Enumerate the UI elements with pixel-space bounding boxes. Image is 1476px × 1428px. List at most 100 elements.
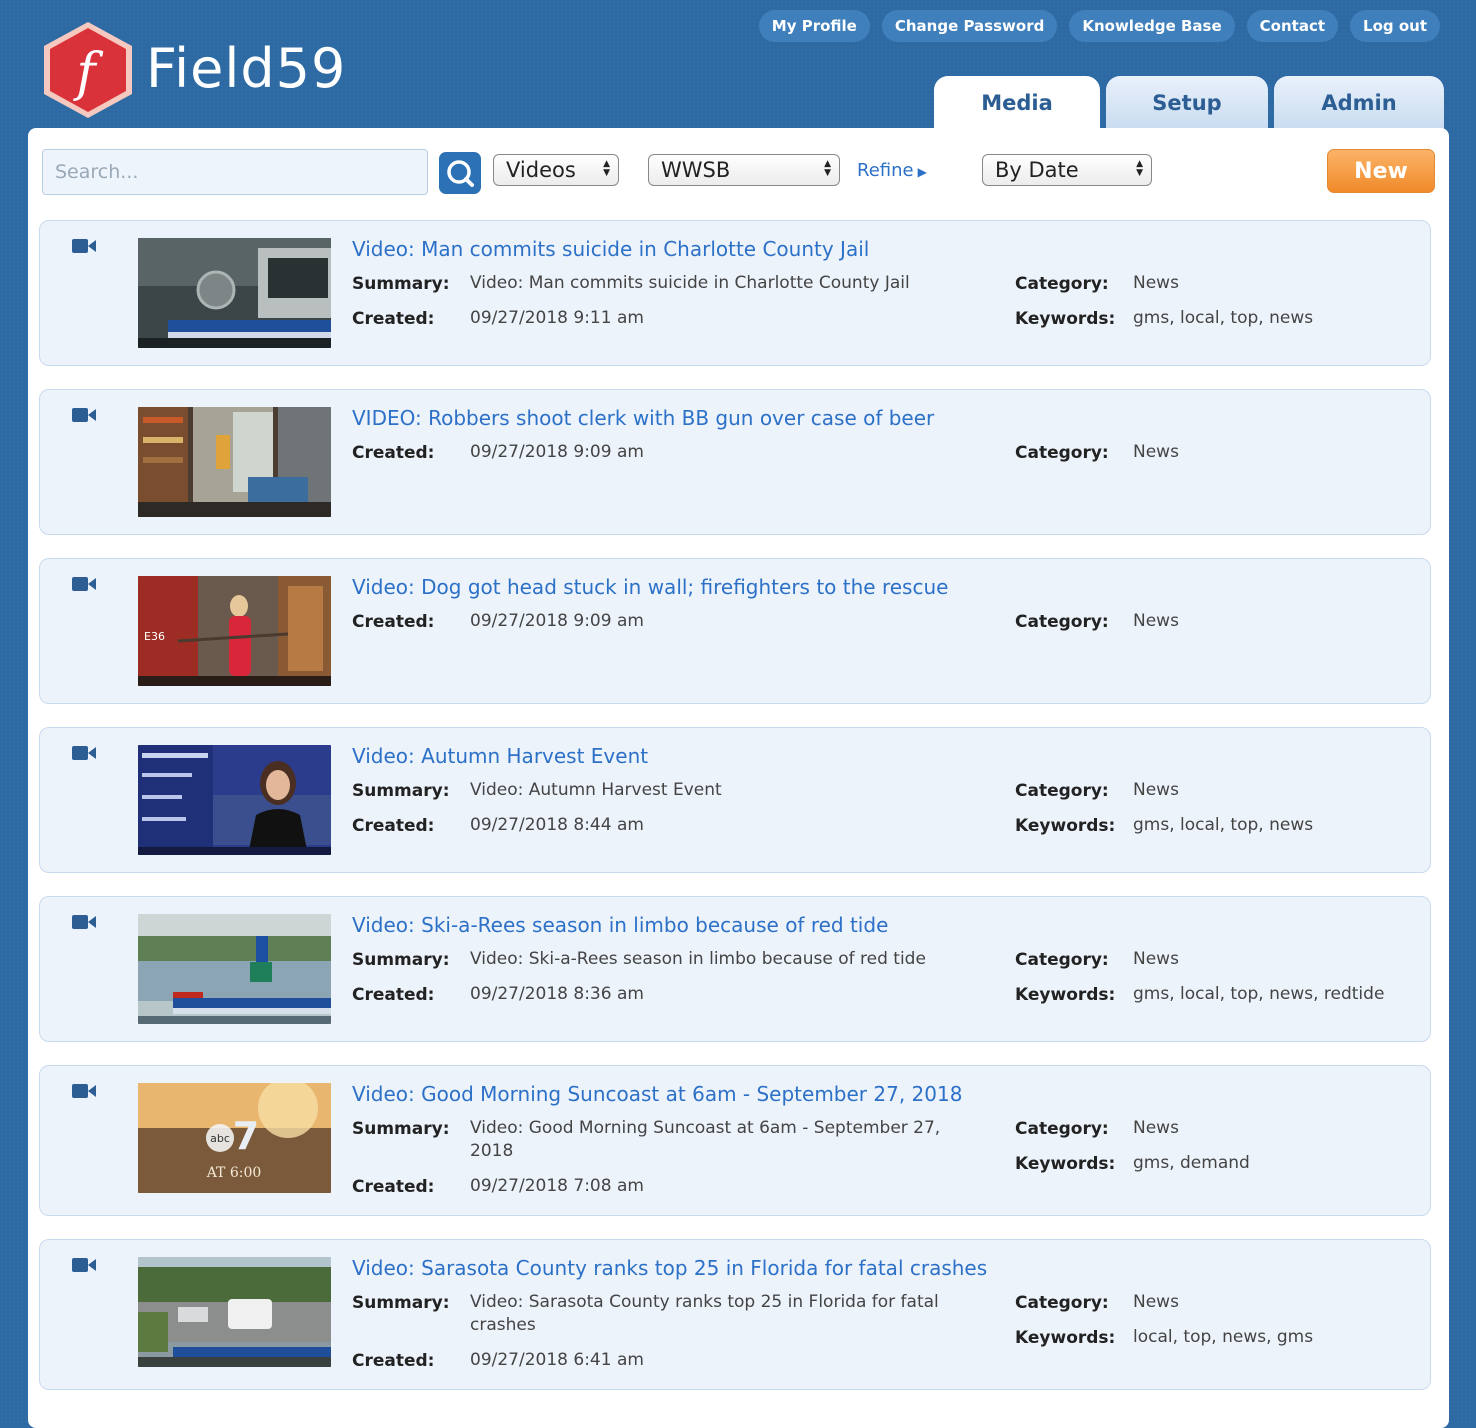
category-label: Category:	[1015, 443, 1109, 463]
video-thumbnail[interactable]	[138, 1257, 331, 1367]
keywords-value: gms, demand	[1133, 1153, 1250, 1173]
category-value: News	[1133, 949, 1179, 969]
category-label: Category:	[1015, 950, 1109, 970]
contact-link[interactable]: Contact	[1246, 10, 1339, 42]
category-value: News	[1133, 273, 1179, 293]
media-item[interactable]: Video: Sarasota County ranks top 25 in F…	[39, 1239, 1431, 1390]
created-label: Created:	[352, 612, 435, 632]
created-value: 09/27/2018 9:09 am	[470, 442, 644, 462]
time-text: AT 6:00	[206, 1165, 262, 1181]
search-icon	[447, 160, 474, 187]
summary-value: Video: Good Morning Suncoast at 6am - Se…	[470, 1118, 941, 1161]
video-thumbnail[interactable]	[138, 238, 331, 348]
keywords-value: gms, local, top, news	[1133, 815, 1314, 835]
sort-select[interactable]: By Date ▲ ▼	[982, 154, 1152, 186]
change-password-link[interactable]: Change Password	[881, 10, 1058, 42]
station-select-value: WWSB	[661, 158, 731, 182]
category-value: News	[1133, 1292, 1179, 1312]
field59-logo[interactable]: f Field59	[40, 20, 345, 120]
keywords-label: Keywords:	[1015, 309, 1116, 329]
category-value: News	[1133, 442, 1179, 462]
tab-admin[interactable]: Admin	[1274, 76, 1444, 129]
video-camera-icon	[72, 408, 96, 422]
media-item[interactable]: VIDEO: Robbers shoot clerk with BB gun o…	[39, 389, 1431, 535]
knowledge-base-link[interactable]: Knowledge Base	[1069, 10, 1235, 42]
engine-label: E36	[144, 630, 165, 643]
brand-name: Field59	[146, 37, 347, 100]
video-thumbnail[interactable]	[138, 914, 331, 1024]
media-title-link[interactable]: Video: Man commits suicide in Charlotte …	[352, 237, 869, 261]
media-title-link[interactable]: Video: Good Morning Suncoast at 6am - Se…	[352, 1082, 962, 1106]
video-thumbnail[interactable]	[138, 407, 331, 517]
video-thumbnail[interactable]: E36	[138, 576, 331, 686]
log-out-link[interactable]: Log out	[1350, 10, 1440, 42]
category-label: Category:	[1015, 1293, 1109, 1313]
keywords-label: Keywords:	[1015, 1328, 1116, 1348]
created-value: 09/27/2018 8:36 am	[470, 984, 644, 1004]
select-arrows-icon: ▲ ▼	[824, 159, 831, 178]
created-value: 09/27/2018 6:41 am	[470, 1350, 644, 1370]
triangle-right-icon: ▶	[917, 165, 927, 179]
video-camera-icon	[72, 746, 96, 760]
created-value: 09/27/2018 8:44 am	[470, 815, 644, 835]
refine-label: Refine	[857, 160, 914, 181]
media-title-link[interactable]: Video: Sarasota County ranks top 25 in F…	[352, 1256, 987, 1280]
created-label: Created:	[352, 309, 435, 329]
media-title-link[interactable]: Video: Ski-a-Rees season in limbo becaus…	[352, 913, 888, 937]
created-label: Created:	[352, 1351, 435, 1371]
summary-label: Summary:	[352, 950, 450, 970]
category-label: Category:	[1015, 1119, 1109, 1139]
media-panel: Search... Videos ▲ ▼ WWSB ▲ ▼ Refine ▶ By D…	[28, 128, 1449, 1428]
media-item[interactable]: Video: Ski-a-Rees season in limbo becaus…	[39, 896, 1431, 1042]
created-label: Created:	[352, 443, 435, 463]
summary-value: Video: Ski-a-Rees season in limbo becaus…	[470, 949, 926, 969]
select-arrows-icon: ▲ ▼	[603, 159, 610, 178]
search-input[interactable]: Search...	[42, 149, 428, 195]
main-tabs: Media Setup Admin	[934, 76, 1444, 129]
media-title-link[interactable]: VIDEO: Robbers shoot clerk with BB gun o…	[352, 406, 934, 430]
created-label: Created:	[352, 816, 435, 836]
category-label: Category:	[1015, 274, 1109, 294]
video-thumbnail[interactable]: abc 7 AT 6:00	[138, 1083, 331, 1193]
summary-value: Video: Autumn Harvest Event	[470, 780, 722, 800]
media-title-link[interactable]: Video: Autumn Harvest Event	[352, 744, 648, 768]
video-thumbnail[interactable]	[138, 745, 331, 855]
station-select[interactable]: WWSB ▲ ▼	[648, 154, 840, 186]
sort-select-value: By Date	[995, 158, 1079, 182]
media-title-link[interactable]: Video: Dog got head stuck in wall; firef…	[352, 575, 948, 599]
tab-setup[interactable]: Setup	[1106, 76, 1268, 129]
created-label: Created:	[352, 985, 435, 1005]
summary-label: Summary:	[352, 1293, 450, 1313]
media-item[interactable]: Video: Autumn Harvest Event Summary: Vid…	[39, 727, 1431, 873]
top-links: My Profile Change Password Knowledge Bas…	[758, 10, 1440, 42]
media-item[interactable]: abc 7 AT 6:00 Video: Good Morning Suncoa…	[39, 1065, 1431, 1216]
video-camera-icon	[72, 239, 96, 253]
category-value: News	[1133, 1118, 1179, 1138]
keywords-label: Keywords:	[1015, 1154, 1116, 1174]
keywords-value: local, top, news, gms	[1133, 1327, 1314, 1347]
logo-hexagon-icon: f	[44, 22, 132, 118]
video-camera-icon	[72, 915, 96, 929]
keywords-label: Keywords:	[1015, 985, 1116, 1005]
channel-number: 7	[233, 1114, 259, 1158]
refine-link[interactable]: Refine ▶	[857, 160, 927, 181]
summary-label: Summary:	[352, 781, 450, 801]
video-camera-icon	[72, 1084, 96, 1098]
video-camera-icon	[72, 1258, 96, 1272]
created-value: 09/27/2018 7:08 am	[470, 1176, 644, 1196]
new-button[interactable]: New	[1327, 149, 1435, 193]
category-value: News	[1133, 780, 1179, 800]
type-select-value: Videos	[506, 158, 576, 182]
summary-value: Video: Man commits suicide in Charlotte …	[470, 273, 910, 293]
tab-media[interactable]: Media	[934, 76, 1100, 129]
search-button[interactable]	[439, 152, 481, 194]
media-item[interactable]: Video: Man commits suicide in Charlotte …	[39, 220, 1431, 366]
type-select[interactable]: Videos ▲ ▼	[493, 154, 619, 186]
media-item[interactable]: E36 Video: Dog got head stuck in wall; f…	[39, 558, 1431, 704]
keywords-value: gms, local, top, news, redtide	[1133, 984, 1385, 1004]
created-value: 09/27/2018 9:11 am	[470, 308, 644, 328]
my-profile-link[interactable]: My Profile	[758, 10, 870, 42]
category-value: News	[1133, 611, 1179, 631]
keywords-value: gms, local, top, news	[1133, 308, 1314, 328]
select-arrows-icon: ▲ ▼	[1136, 159, 1143, 178]
